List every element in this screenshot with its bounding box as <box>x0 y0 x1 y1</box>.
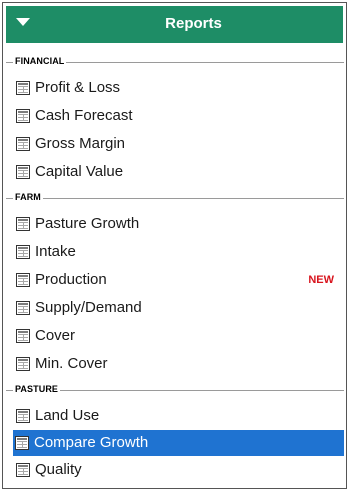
report-table-icon <box>16 301 30 315</box>
reports-title: Reports <box>165 15 222 32</box>
report-item-label: Min. Cover <box>35 355 108 372</box>
report-item-quality[interactable]: Quality <box>14 457 344 483</box>
report-item-capital-value[interactable]: Capital Value <box>14 159 344 185</box>
report-item-label: Production <box>35 271 107 288</box>
group-label-pasture: PASTURE <box>13 384 61 394</box>
report-item-production[interactable]: Production NEW <box>14 267 344 293</box>
new-badge: NEW <box>308 274 334 286</box>
report-item-label: Quality <box>35 461 82 478</box>
report-item-label: Cash Forecast <box>35 107 133 124</box>
report-table-icon <box>16 273 30 287</box>
report-item-label: Capital Value <box>35 163 124 180</box>
report-item-gross-margin[interactable]: Gross Margin <box>14 131 344 157</box>
report-item-pasture-growth[interactable]: Pasture Growth <box>14 211 344 237</box>
report-item-intake[interactable]: Intake <box>14 239 344 265</box>
report-table-icon <box>16 329 30 343</box>
reports-header[interactable]: Reports <box>6 6 343 43</box>
report-table-icon <box>16 409 30 423</box>
group-label-farm: FARM <box>13 192 43 202</box>
group-header-pasture: PASTURE <box>6 382 344 398</box>
report-item-label: Profit & Loss <box>35 79 121 96</box>
report-item-land-use[interactable]: Land Use <box>14 403 344 429</box>
report-table-icon <box>16 109 30 123</box>
report-item-compare-growth[interactable]: Compare Growth <box>13 430 344 456</box>
report-table-icon <box>16 81 30 95</box>
report-item-supply-demand[interactable]: Supply/Demand <box>14 295 344 321</box>
report-item-label: Intake <box>35 243 76 260</box>
report-item-label: Pasture Growth <box>35 215 140 232</box>
report-table-icon <box>16 217 30 231</box>
report-table-icon <box>16 245 30 259</box>
report-item-min-cover[interactable]: Min. Cover <box>14 351 344 377</box>
report-item-cover[interactable]: Cover <box>14 323 344 349</box>
group-label-financial: FINANCIAL <box>13 56 67 66</box>
report-item-label: Land Use <box>35 407 100 424</box>
report-item-cash-forecast[interactable]: Cash Forecast <box>14 103 344 129</box>
report-table-icon <box>16 463 30 477</box>
group-header-financial: FINANCIAL <box>6 54 344 70</box>
reports-panel: Reports FINANCIAL Profit & Loss Cash For… <box>2 2 347 489</box>
report-table-icon <box>15 436 29 450</box>
report-table-icon <box>16 137 30 151</box>
report-item-label: Gross Margin <box>35 135 126 152</box>
group-header-farm: FARM <box>6 190 344 206</box>
report-item-label: Cover <box>35 327 76 344</box>
report-item-label: Supply/Demand <box>35 299 142 316</box>
report-table-icon <box>16 165 30 179</box>
group-divider <box>6 198 344 199</box>
report-item-profit-loss[interactable]: Profit & Loss <box>14 75 344 101</box>
report-item-label: Compare Growth <box>34 434 149 451</box>
report-table-icon <box>16 357 30 371</box>
